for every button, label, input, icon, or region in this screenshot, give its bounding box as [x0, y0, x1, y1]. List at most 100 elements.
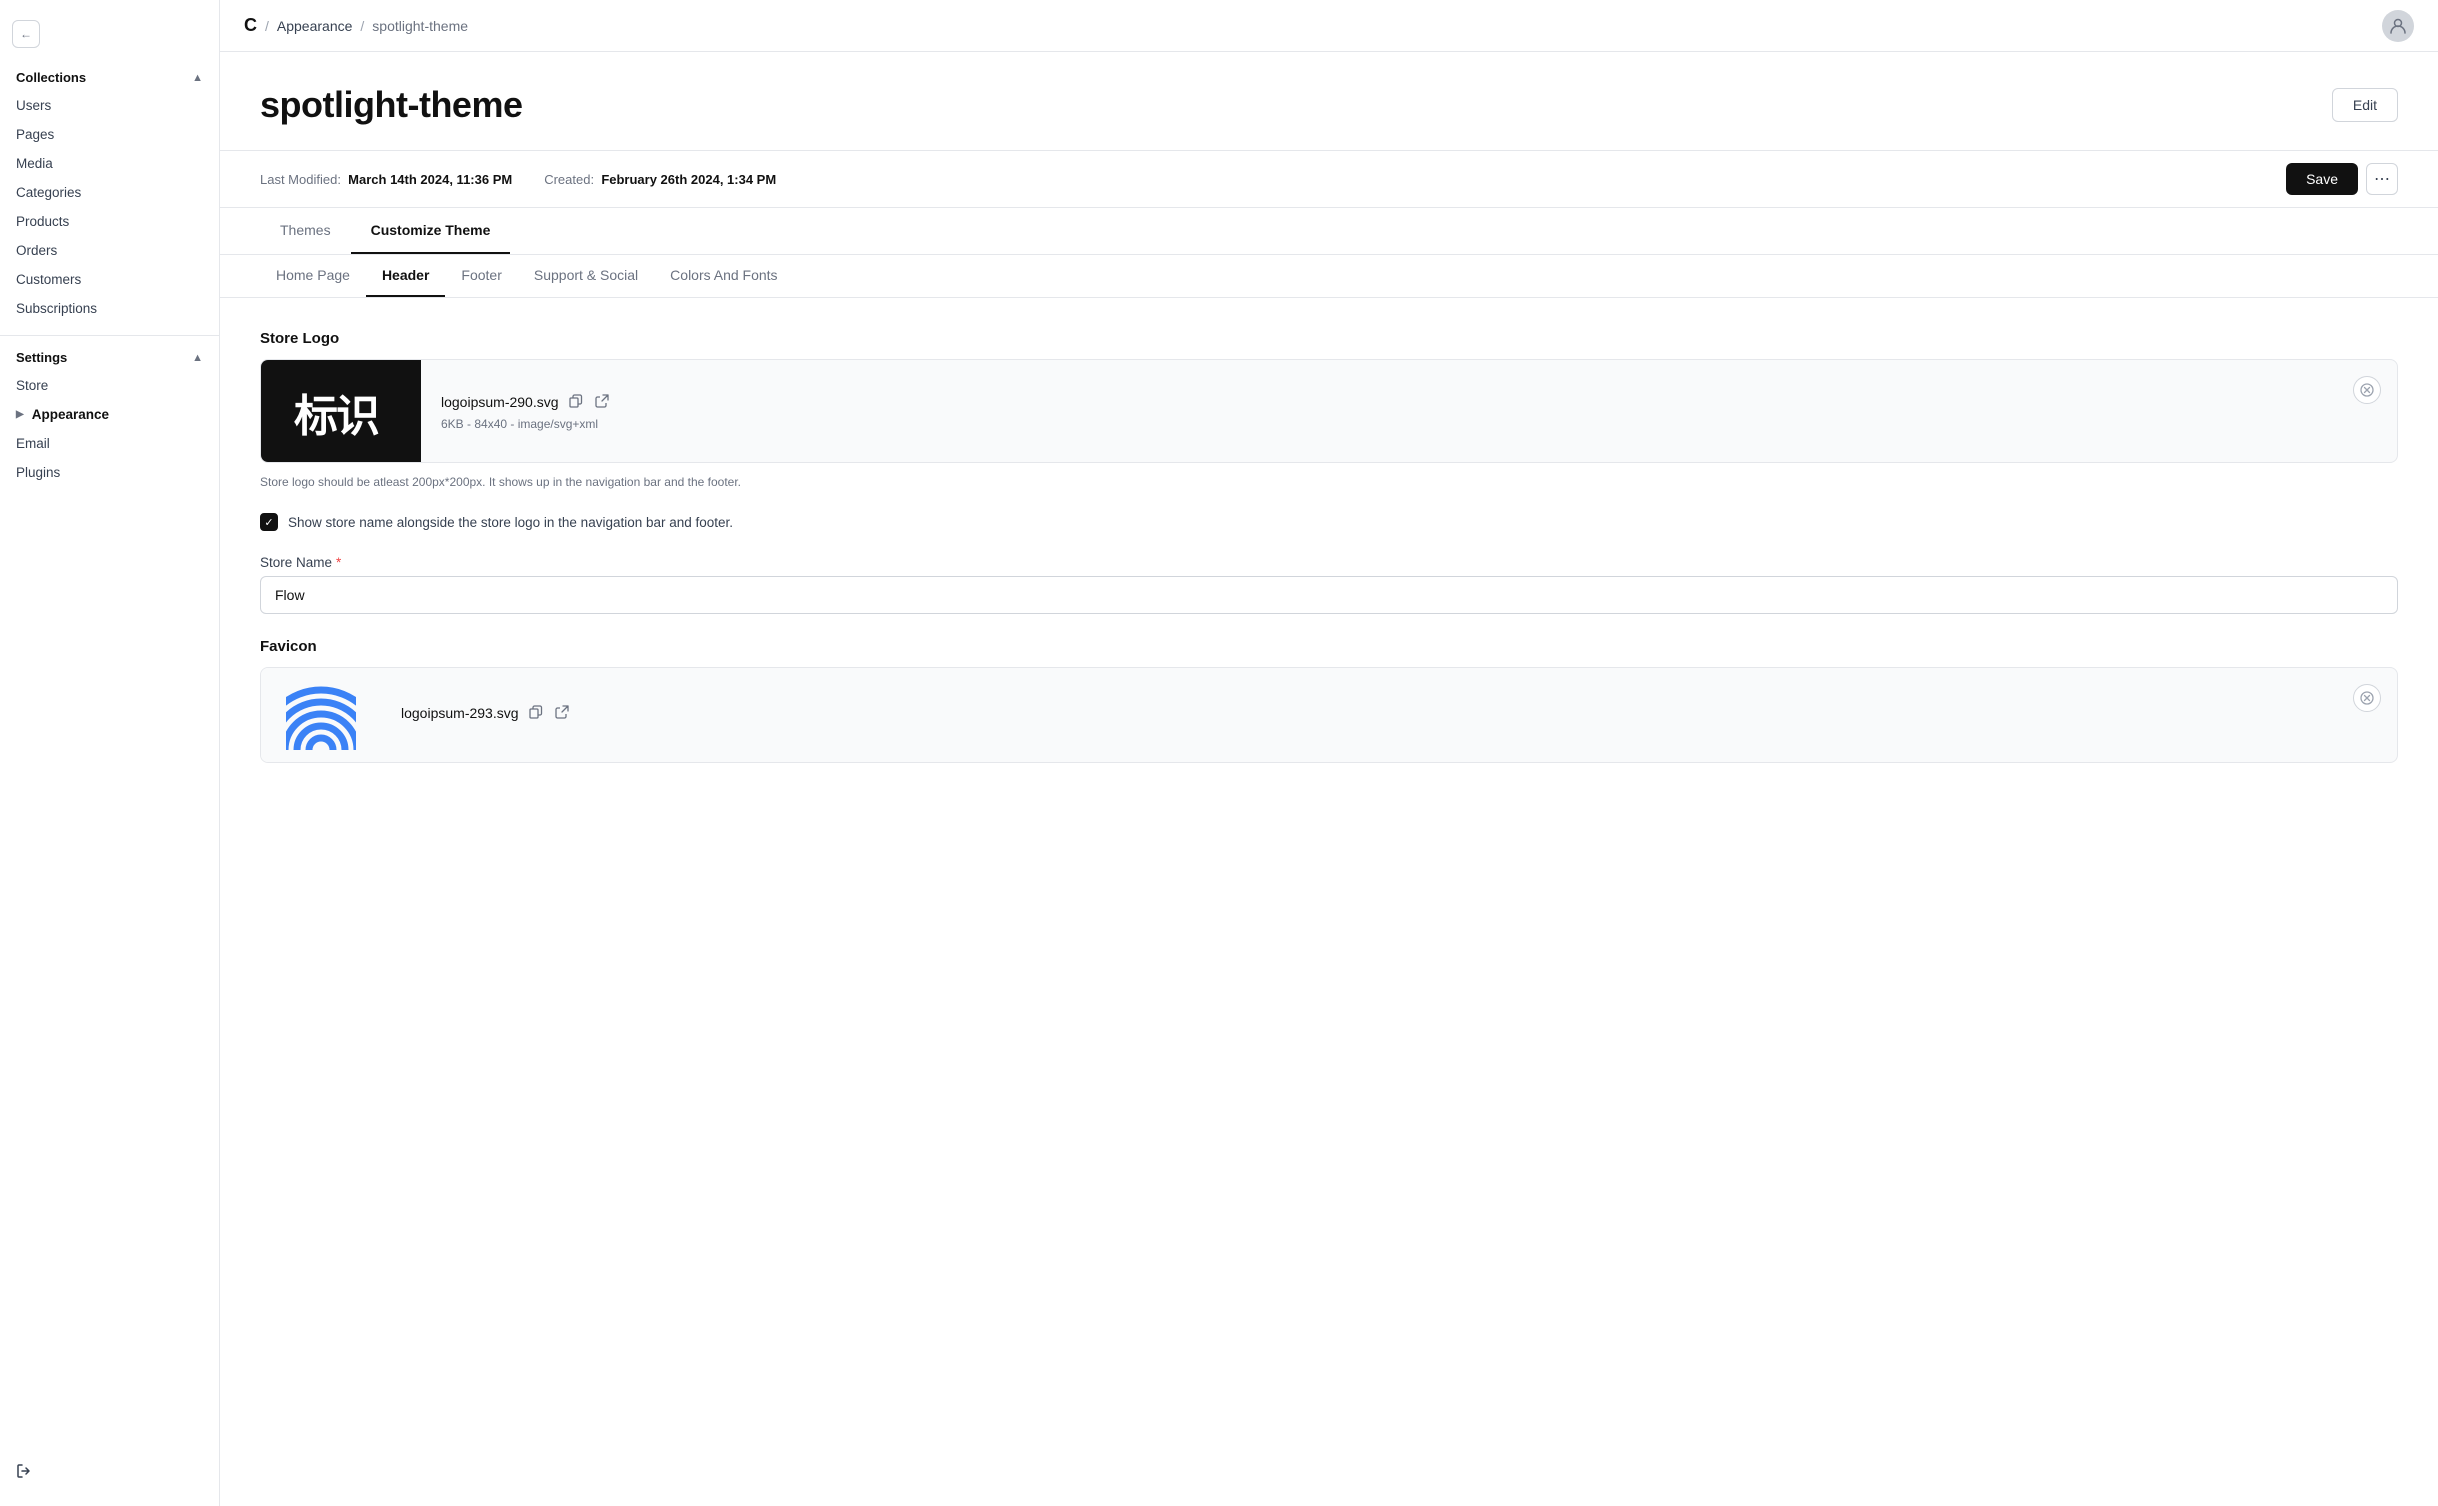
tab-customize-theme[interactable]: Customize Theme	[351, 208, 511, 254]
created-value: February 26th 2024, 1:34 PM	[601, 172, 776, 187]
subtab-colors-fonts[interactable]: Colors And Fonts	[654, 255, 793, 297]
breadcrumb-sep-1: /	[265, 18, 269, 34]
favicon-info: logoipsum-293.svg	[381, 668, 2337, 762]
logo-hint: Store logo should be atleast 200px*200px…	[260, 475, 2398, 489]
sidebar-item-media-label: Media	[16, 156, 53, 171]
sidebar-item-customers[interactable]: Customers	[0, 265, 219, 294]
subtabs-row: Home Page Header Footer Support & Social…	[260, 255, 2398, 297]
breadcrumb-appearance[interactable]: Appearance	[277, 18, 353, 34]
sidebar-section-settings-title: Settings	[16, 350, 67, 365]
avatar[interactable]	[2382, 10, 2414, 42]
logo-filename-row: logoipsum-290.svg	[441, 392, 2317, 413]
more-options-button[interactable]: ⋯	[2366, 163, 2398, 195]
sidebar-item-store[interactable]: Store	[0, 371, 219, 400]
chevron-up-icon-settings: ▲	[192, 352, 203, 364]
logo-upload-area: 标识 logoipsum-290.svg	[260, 359, 2398, 463]
sidebar-item-pages-label: Pages	[16, 127, 54, 142]
subtab-support-social[interactable]: Support & Social	[518, 255, 654, 297]
show-store-name-checkbox-row: Show store name alongside the store logo…	[260, 513, 2398, 531]
sidebar: ← Collections ▲ Users Pages Media Catego…	[0, 0, 220, 1506]
main-content: C / Appearance / spotlight-theme spotlig…	[220, 0, 2438, 1506]
store-name-input[interactable]	[260, 576, 2398, 614]
remove-favicon-button[interactable]	[2353, 684, 2381, 712]
sidebar-item-media[interactable]: Media	[0, 149, 219, 178]
logo-preview: 标识	[261, 360, 421, 462]
sidebar-item-orders[interactable]: Orders	[0, 236, 219, 265]
sidebar-item-orders-label: Orders	[16, 243, 57, 258]
subtab-footer[interactable]: Footer	[445, 255, 517, 297]
favicon-field: Favicon logoipsum	[260, 638, 2398, 763]
sidebar-item-plugins[interactable]: Plugins	[0, 458, 219, 487]
favicon-filename: logoipsum-293.svg	[401, 705, 519, 721]
favicon-upload-area: logoipsum-293.svg	[260, 667, 2398, 763]
sidebar-item-email[interactable]: Email	[0, 429, 219, 458]
sidebar-item-appearance[interactable]: ▶ Appearance	[0, 400, 219, 429]
sidebar-toggle-button[interactable]: ←	[12, 20, 40, 48]
open-favicon-button[interactable]	[553, 703, 571, 724]
favicon-filename-row: logoipsum-293.svg	[401, 703, 2317, 724]
favicon-preview	[261, 668, 381, 762]
main-tabs: Themes Customize Theme	[220, 208, 2438, 255]
ellipsis-icon: ⋯	[2374, 169, 2390, 189]
sidebar-item-subscriptions[interactable]: Subscriptions	[0, 294, 219, 323]
sidebar-item-products[interactable]: Products	[0, 207, 219, 236]
sidebar-item-pages[interactable]: Pages	[0, 120, 219, 149]
sidebar-item-users[interactable]: Users	[0, 91, 219, 120]
edit-button[interactable]: Edit	[2332, 88, 2398, 122]
remove-logo-button[interactable]	[2353, 376, 2381, 404]
store-name-label-text: Store Name	[260, 555, 332, 570]
created-at: Created: February 26th 2024, 1:34 PM	[544, 172, 776, 187]
open-logo-button[interactable]	[593, 392, 611, 413]
tab-themes[interactable]: Themes	[260, 208, 351, 254]
sidebar-item-subscriptions-label: Subscriptions	[16, 301, 97, 316]
form-area: Store Logo 标识 logoipsum-290.svg	[220, 298, 2438, 819]
sidebar-section-settings-header[interactable]: Settings ▲	[0, 344, 219, 371]
logo-meta: 6KB - 84x40 - image/svg+xml	[441, 417, 2317, 431]
subtab-header[interactable]: Header	[366, 255, 445, 297]
store-logo-field: Store Logo 标识 logoipsum-290.svg	[260, 330, 2398, 489]
store-name-field: Store Name *	[260, 555, 2398, 614]
subtab-homepage[interactable]: Home Page	[260, 255, 366, 297]
sidebar-item-categories-label: Categories	[16, 185, 81, 200]
breadcrumb-sep-2: /	[360, 18, 364, 34]
chevron-up-icon: ▲	[192, 72, 203, 84]
logo-info: logoipsum-290.svg 6KB - 84x40 - image/sv…	[421, 360, 2337, 462]
app-logo: C	[244, 15, 257, 36]
sidebar-item-store-label: Store	[16, 378, 48, 393]
sidebar-divider	[0, 335, 219, 336]
logout-button[interactable]	[16, 1463, 203, 1482]
meta-bar: Last Modified: March 14th 2024, 11:36 PM…	[220, 150, 2438, 208]
copy-favicon-filename-button[interactable]	[527, 703, 545, 724]
subtabs: Home Page Header Footer Support & Social…	[220, 255, 2438, 298]
chevron-left-icon: ←	[20, 27, 32, 41]
content-area: spotlight-theme Edit Last Modified: Marc…	[220, 52, 2438, 1506]
copy-logo-filename-button[interactable]	[567, 392, 585, 413]
sidebar-section-collections-header[interactable]: Collections ▲	[0, 64, 219, 91]
topbar: C / Appearance / spotlight-theme	[220, 0, 2438, 52]
store-name-label: Store Name *	[260, 555, 2398, 570]
favicon-preview-icon	[286, 680, 356, 750]
last-modified-value: March 14th 2024, 11:36 PM	[348, 172, 512, 187]
sidebar-bottom	[0, 1451, 219, 1494]
tabs-row: Themes Customize Theme	[260, 208, 2398, 254]
sidebar-section-collections: Collections ▲ Users Pages Media Categori…	[0, 64, 219, 323]
logo-filename: logoipsum-290.svg	[441, 394, 559, 410]
chevron-right-icon: ▶	[16, 409, 24, 420]
sidebar-item-email-label: Email	[16, 436, 50, 451]
store-name-required: *	[336, 555, 341, 570]
meta-actions: Save ⋯	[2286, 163, 2398, 195]
sidebar-item-appearance-label: Appearance	[32, 407, 109, 422]
logout-icon	[16, 1463, 32, 1482]
sidebar-section-settings: Settings ▲ Store ▶ Appearance Email Plug…	[0, 344, 219, 487]
sidebar-item-categories[interactable]: Categories	[0, 178, 219, 207]
sidebar-item-customers-label: Customers	[16, 272, 81, 287]
show-store-name-checkbox[interactable]	[260, 513, 278, 531]
save-button[interactable]: Save	[2286, 163, 2358, 195]
sidebar-item-users-label: Users	[16, 98, 51, 113]
page-header: spotlight-theme Edit	[220, 52, 2438, 150]
store-logo-label: Store Logo	[260, 330, 2398, 347]
created-label: Created:	[544, 172, 594, 187]
sidebar-item-products-label: Products	[16, 214, 69, 229]
sidebar-item-plugins-label: Plugins	[16, 465, 60, 480]
last-modified-label: Last Modified:	[260, 172, 341, 187]
